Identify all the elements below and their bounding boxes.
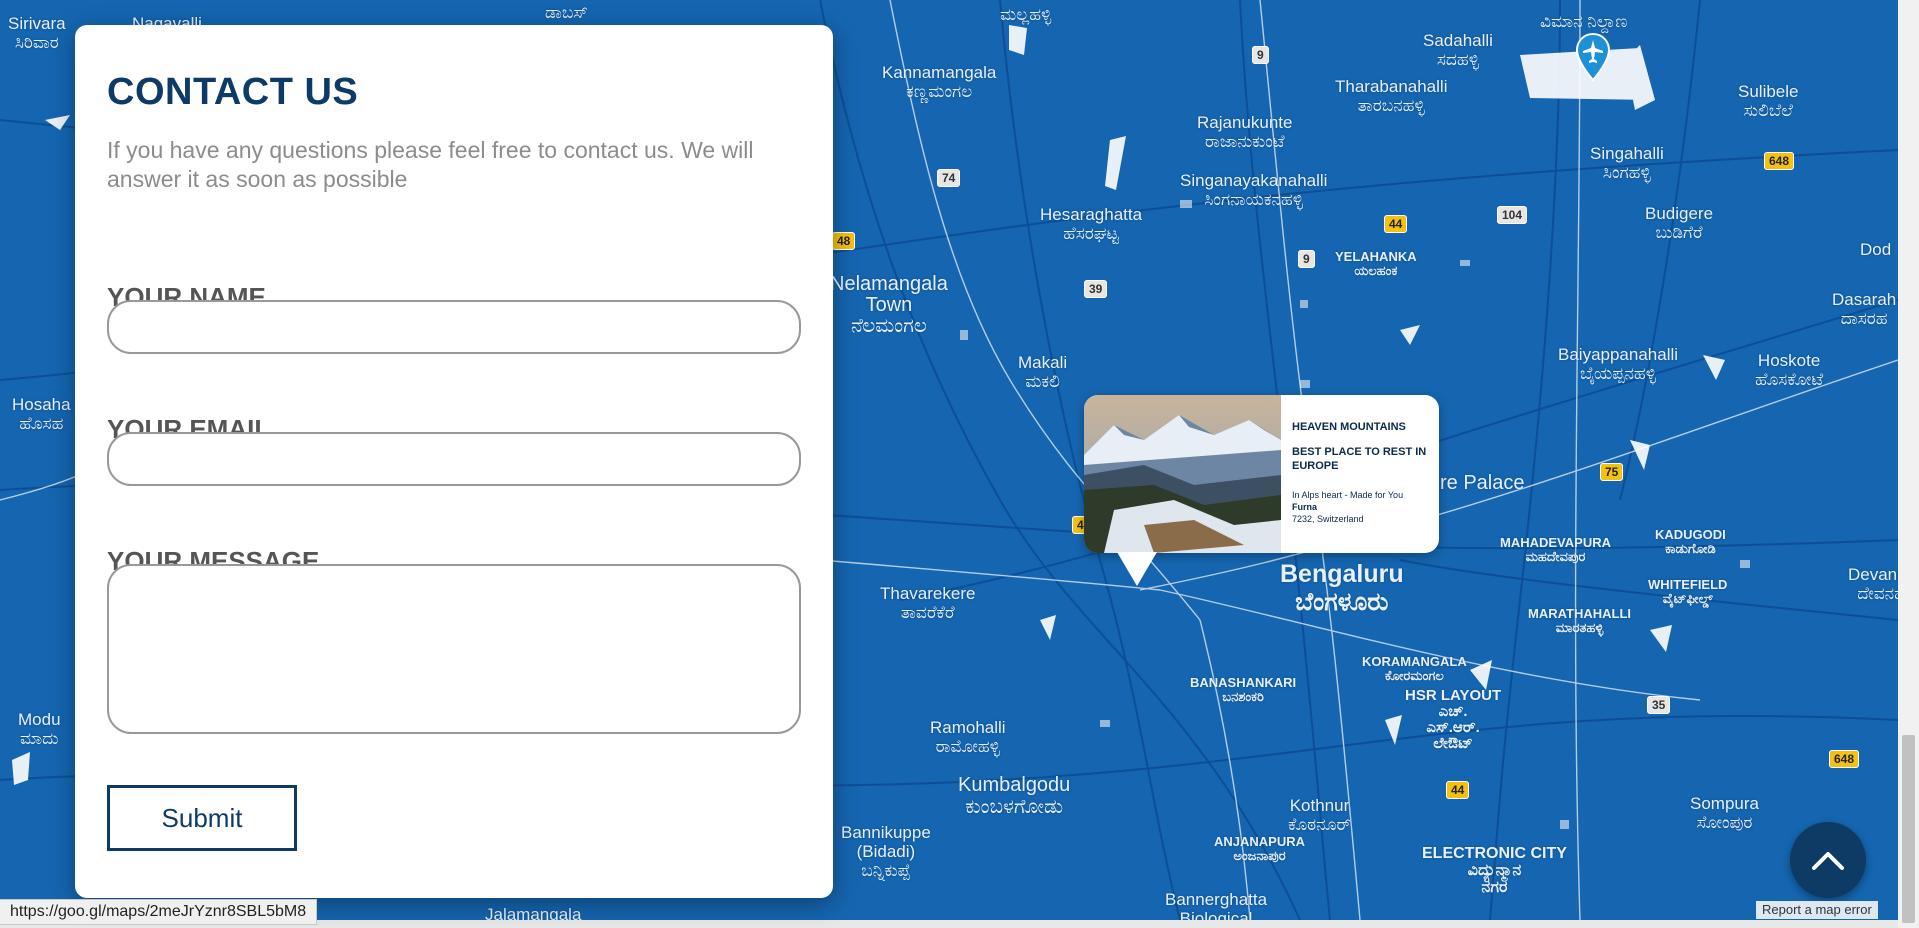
place-label: re Palace <box>1440 472 1525 494</box>
district-label: BANASHANKARI ಬನಶಂಕರಿ <box>1190 675 1297 704</box>
district-label: MAHADEVAPURA ಮಹದೇವಪುರ <box>1500 535 1611 564</box>
place-label: HSR LAYOUT ಎಚ್. ಎಸ್.ಆರ್. ಲೇಔಟ್ <box>1405 687 1502 752</box>
highway-shield: 44 <box>1384 215 1408 233</box>
place-label: Ramohalli ರಾಮೋಹಳ್ಳಿ <box>930 718 1006 756</box>
district-label: ANJANAPURA ಅಂಜನಾಪುರ <box>1214 834 1306 863</box>
popup-address-line: Furna <box>1292 502 1318 512</box>
district-label: YELAHANKA ಯಲಹಂಕ <box>1335 249 1417 278</box>
district-label: KADUGODI ಕಾಡುಗೋಡಿ <box>1655 527 1726 556</box>
highway-shield: 104 <box>1497 206 1528 224</box>
place-label: Singahalli ಸಿಂಗಹಳ್ಳಿ <box>1590 144 1664 182</box>
highway-shield: 74 <box>937 169 961 187</box>
message-field[interactable] <box>107 564 801 734</box>
place-label: Modu ಮಾದು <box>18 710 61 748</box>
place-label: ಡಾಬಸ್ <box>545 3 588 22</box>
place-label: Dasarah ದಾಸರಹ <box>1832 290 1897 328</box>
report-map-error-link[interactable]: Report a map error <box>1756 901 1878 919</box>
status-bar-url: https://goo.gl/maps/2meJrYznr8SBL5bM8 <box>0 899 318 925</box>
place-label: ELECTRONIC CITY ವಿದ್ಯುನ್ಮಾನ ನಗರ <box>1422 845 1567 896</box>
district-label: MARATHAHALLI ಮಾರತಹಳ್ಳಿ <box>1528 606 1632 635</box>
place-label: Sompura ಸೋಂಪುರ <box>1690 794 1759 832</box>
place-label: Bannikuppe (Bidadi) ಬನ್ನಿಕುಪ್ಪೆ <box>841 823 931 880</box>
map-info-popup[interactable]: HEAVEN MOUNTAINS BEST PLACE TO REST IN E… <box>1084 395 1439 553</box>
popup-address-line: In Alps heart - Made for You <box>1292 490 1404 500</box>
place-label: Kannamangala ಕಣ್ಣಮಂಗಲ <box>882 63 997 101</box>
place-label: Budigere ಬುಡಿಗೆರೆ <box>1645 204 1714 242</box>
highway-shield: 648 <box>1764 152 1795 170</box>
place-label: Sirivara ಸಿರಿವಾರ <box>8 14 66 52</box>
popup-title: HEAVEN MOUNTAINS <box>1292 421 1406 433</box>
place-label: Sulibele ಸುಲಿಬೆಲೆ <box>1738 82 1799 120</box>
district-label: KORAMANGALA ಕೋರಮಂಗಲ <box>1362 654 1467 683</box>
highway-shield: 75 <box>1600 463 1624 481</box>
scrollbar-thumb[interactable] <box>1902 735 1915 923</box>
district-label: WHITEFIELD ವೈಟ್‌ಫೀಲ್ಡ್ <box>1648 577 1728 606</box>
place-label: Hesaraghatta ಹೆಸರಘಟ್ಟ <box>1040 205 1143 243</box>
page: Sirivara ಸಿರಿವಾರ Kannamangala ಕಣ್ಣಮಂಗಲ Sad… <box>0 0 1919 928</box>
place-label: Nelamangala Town ನೆಲಮಂಗಲ <box>830 273 948 337</box>
place-label: Baiyappanahalli ಬೈಯಪ್ಪನಹಳ್ಳಿ <box>1558 345 1679 383</box>
popup-subtitle: BEST PLACE TO REST IN EUROPE <box>1292 446 1427 472</box>
place-label: Thavarekere ತಾವರೆಕೆರೆ <box>880 584 976 622</box>
place-label: Dod <box>1860 240 1892 259</box>
place-label: Hosaha ಹೊಸಹ <box>12 395 71 433</box>
place-label: Tharabanahalli ತಾರಬನಹಳ್ಳಿ <box>1335 77 1448 115</box>
place-label: Kothnur ಕೊಠನೂರ್ <box>1288 796 1351 834</box>
contact-description: If you have any questions please feel fr… <box>107 137 754 192</box>
place-label: Devanacದೇವನಹ <box>1848 565 1898 603</box>
highway-shield: 35 <box>1647 696 1671 714</box>
highway-shield: 39 <box>1084 280 1108 298</box>
place-label: ಮಲ್ಲಹಳ್ಳಿ <box>1000 5 1052 24</box>
mountain-photo <box>1084 395 1281 553</box>
place-label: Singanayakanahalli ಸಿಂಗನಾಯಕನಹಳ್ಳಿ <box>1180 171 1328 209</box>
popup-pointer <box>1117 552 1157 586</box>
popup-address-line: 7232, Switzerland <box>1292 514 1364 524</box>
submit-button[interactable]: Submit <box>107 785 297 851</box>
place-label: Rajanukunte ರಾಜಾನುಕುಂಟೆ <box>1197 113 1293 151</box>
email-field[interactable] <box>107 432 801 486</box>
place-label: Sadahalli ಸದಹಳ್ಳಿ <box>1423 31 1493 69</box>
highway-shield: 44 <box>1446 781 1470 799</box>
place-label: Bannerghatta Biological <box>1165 890 1268 920</box>
contact-card: CONTACT US If you have any questions ple… <box>75 25 833 898</box>
city-label: Bengaluru ಬೆಂಗಳೂರು <box>1280 560 1404 616</box>
name-field[interactable] <box>107 300 801 354</box>
popup-text: HEAVEN MOUNTAINS BEST PLACE TO REST IN E… <box>1292 421 1432 525</box>
place-label: Hoskote ಹೊಸಕೋಟೆ <box>1755 351 1824 389</box>
highway-shield: 48 <box>832 232 856 250</box>
place-label: Jalamangala <box>485 905 582 920</box>
scroll-top-button[interactable] <box>1790 822 1866 898</box>
highway-shield: 648 <box>1829 750 1860 768</box>
highway-shield: 9 <box>1298 250 1315 268</box>
contact-title: CONTACT US <box>107 71 359 113</box>
chevron-up-icon <box>1812 852 1844 870</box>
place-label: Kumbalgodu ಕುಂಬಳಗೋಡು <box>958 774 1071 818</box>
place-label: ವಿಮಾನ ನಿಲ್ದಾಣ <box>1540 12 1628 31</box>
highway-shield: 9 <box>1252 46 1269 64</box>
place-label: Makali ಮಕಲಿ <box>1018 353 1068 391</box>
